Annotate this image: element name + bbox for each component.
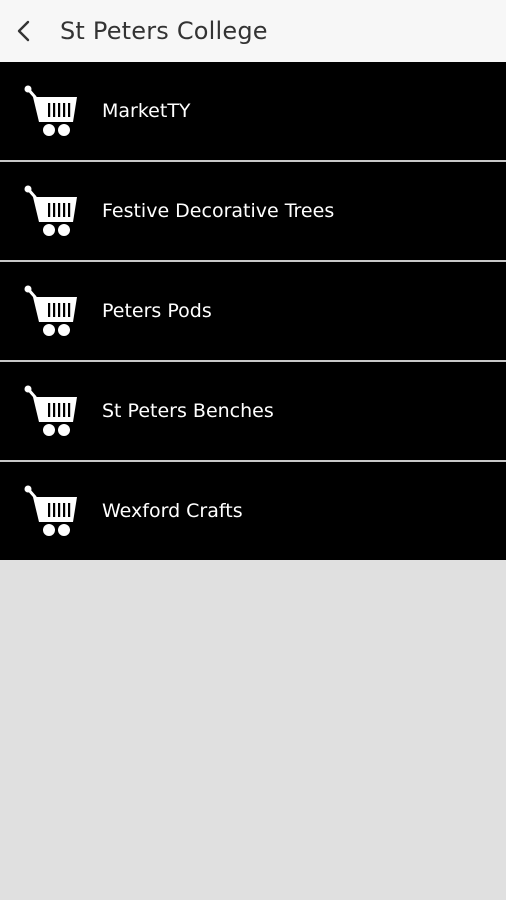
- list-item-marketty[interactable]: MarketTY: [0, 62, 506, 160]
- list-item-label: Festive Decorative Trees: [102, 200, 335, 222]
- back-arrow-icon: [17, 20, 30, 42]
- app-screen: St Peters College MarketTY Festive Decor…: [0, 0, 506, 900]
- shopping-cart-icon: [24, 85, 77, 136]
- list-item-peters-pods[interactable]: Peters Pods: [0, 262, 506, 360]
- shopping-cart-icon: [24, 385, 77, 436]
- list-item-wexford-crafts[interactable]: Wexford Crafts: [0, 462, 506, 560]
- list-item-st-peters-benches[interactable]: St Peters Benches: [0, 362, 506, 460]
- shopping-cart-icon: [24, 485, 77, 536]
- list-item-label: Peters Pods: [102, 300, 212, 322]
- top-app-bar: St Peters College: [0, 0, 506, 62]
- shopping-cart-icon: [24, 285, 77, 336]
- page-title: St Peters College: [60, 17, 268, 45]
- list-item-label: St Peters Benches: [102, 400, 274, 422]
- list-item-festive-decorative-trees[interactable]: Festive Decorative Trees: [0, 162, 506, 260]
- list-item-label: MarketTY: [102, 100, 191, 122]
- shop-list: MarketTY Festive Decorative Trees Peters…: [0, 62, 506, 560]
- back-button[interactable]: [4, 0, 44, 62]
- shopping-cart-icon: [24, 185, 77, 236]
- list-item-label: Wexford Crafts: [102, 500, 243, 522]
